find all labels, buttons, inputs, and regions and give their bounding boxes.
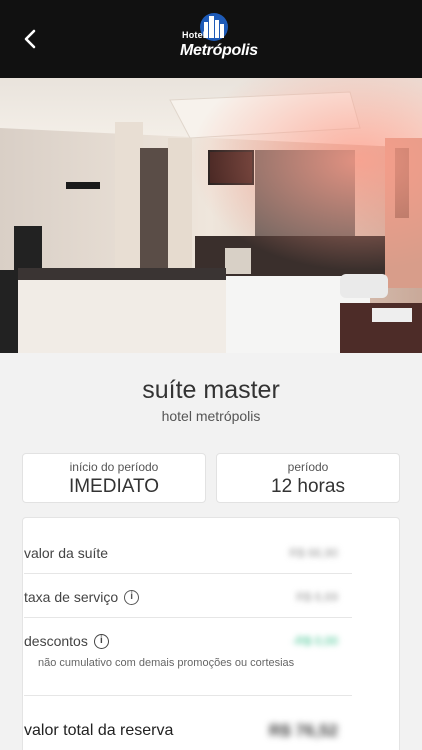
service-fee-row: taxa de serviço i R$ 6,69 — [24, 589, 352, 605]
period-card[interactable]: período 12 horas — [216, 453, 400, 503]
back-button[interactable] — [14, 22, 46, 56]
start-period-label: início do período — [69, 460, 159, 474]
divider — [24, 617, 352, 618]
logo-brand-text: Metrópolis — [180, 42, 258, 59]
hotel-logo: Hotel Metrópolis — [176, 12, 258, 68]
logo-hotel-text: Hotel — [182, 30, 206, 40]
period-label: período — [287, 460, 329, 474]
discount-amount: -R$ 0,00 — [291, 634, 338, 648]
app-header: Hotel Metrópolis — [0, 0, 422, 78]
service-fee-label: taxa de serviço — [24, 589, 119, 605]
divider — [24, 573, 352, 574]
discount-info-icon[interactable]: i — [93, 633, 109, 649]
service-fee-amount: R$ 6,69 — [295, 590, 338, 604]
total-row: valor total da reserva R$ 76,52 — [24, 721, 352, 740]
suite-photo-carousel[interactable] — [0, 78, 422, 353]
discount-row: descontos i -R$ 0,00 — [24, 633, 352, 649]
discount-note: não cumulativo com demais promoções ou c… — [38, 657, 295, 669]
total-amount: R$ 76,52 — [269, 721, 338, 740]
start-period-value: IMEDIATO — [68, 476, 160, 497]
suite-title: suíte master — [142, 376, 280, 404]
suite-price-row: valor da suíte R$ 66,90 — [24, 545, 352, 561]
suite-price-amount: R$ 66,90 — [289, 546, 338, 560]
divider — [24, 695, 352, 696]
discount-label: descontos — [24, 633, 88, 649]
start-period-card[interactable]: início do período IMEDIATO — [22, 453, 206, 503]
suite-photo — [0, 78, 422, 353]
hotel-subtitle: hotel metrópolis — [161, 408, 261, 424]
period-value: 12 horas — [271, 476, 345, 497]
info-icon[interactable]: i — [124, 589, 140, 605]
chevron-left-icon — [24, 29, 36, 49]
